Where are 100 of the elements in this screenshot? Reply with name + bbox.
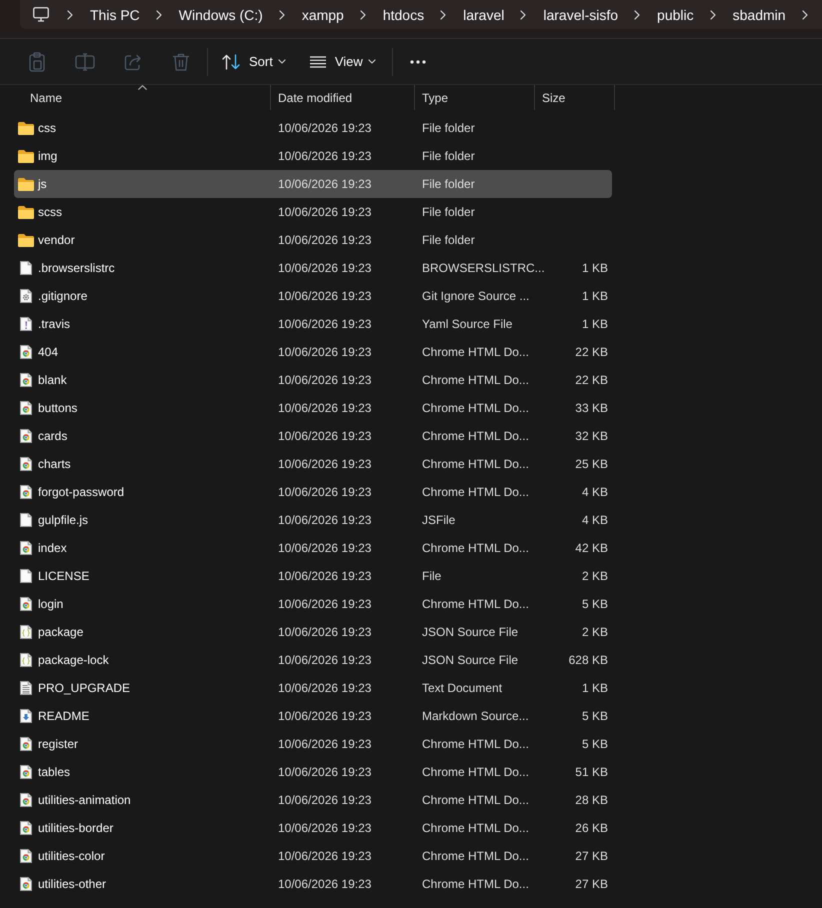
chevron-icon[interactable] xyxy=(520,10,526,20)
file-row[interactable]: buttons 10/06/2026 19:23 Chrome HTML Do... 33 KB xyxy=(14,394,612,422)
chevron-icon[interactable] xyxy=(440,10,446,20)
modified-date: 10/06/2026 19:23 xyxy=(278,737,372,751)
file-size: 1 KB xyxy=(582,289,608,303)
file-name: scss xyxy=(38,205,62,219)
file-row[interactable]: blank 10/06/2026 19:23 Chrome HTML Do... 22 KB xyxy=(14,366,612,394)
file-type: Chrome HTML Do... xyxy=(422,765,529,779)
chevron-icon[interactable] xyxy=(802,10,808,20)
file-row[interactable]: forgot-password 10/06/2026 19:23 Chrome HTML Do... 4 KB xyxy=(14,478,612,506)
file-row[interactable]: charts 10/06/2026 19:23 Chrome HTML Do... 25 KB xyxy=(14,450,612,478)
file-row[interactable]: LICENSE 10/06/2026 19:23 File 2 KB xyxy=(14,562,612,590)
file-size: 1 KB xyxy=(582,261,608,275)
file-row[interactable]: vendor 10/06/2026 19:23 File folder xyxy=(14,226,612,254)
file-name: utilities-other xyxy=(38,877,106,891)
file-row[interactable]: PRO_UPGRADE 10/06/2026 19:23 Text Document 1 KB xyxy=(14,674,612,702)
chevron-icon[interactable] xyxy=(634,10,640,20)
file-row[interactable]: cards 10/06/2026 19:23 Chrome HTML Do... 32 KB xyxy=(14,422,612,450)
file-type: Chrome HTML Do... xyxy=(422,401,529,415)
blank-file-icon xyxy=(20,569,32,583)
ring-file-icon xyxy=(20,849,32,863)
file-type: JSFile xyxy=(422,513,456,527)
breadcrumb-item[interactable]: This PC xyxy=(82,4,148,26)
sort-button[interactable]: Sort xyxy=(214,46,294,78)
file-size: 22 KB xyxy=(575,373,608,387)
modified-date: 10/06/2026 19:23 xyxy=(278,289,372,303)
file-row[interactable]: tables 10/06/2026 19:23 Chrome HTML Do... 51 KB xyxy=(14,758,612,786)
caret-icon[interactable] xyxy=(368,59,376,64)
file-type: Chrome HTML Do... xyxy=(422,821,529,835)
file-size: 22 KB xyxy=(575,345,608,359)
breadcrumb-item[interactable]: laravel-sisfo xyxy=(535,4,626,26)
breadcrumb-item[interactable]: htdocs xyxy=(374,4,432,26)
file-row[interactable]: utilities-other 10/06/2026 19:23 Chrome HTML Do... 27 KB xyxy=(14,870,612,898)
file-row[interactable]: utilities-color 10/06/2026 19:23 Chrome HTML Do... 27 KB xyxy=(14,842,612,870)
breadcrumb-item[interactable]: xampp xyxy=(294,4,352,26)
chevron-icon[interactable] xyxy=(67,10,73,20)
file-size: 2 KB xyxy=(582,569,608,583)
breadcrumb-item[interactable]: Windows (C:) xyxy=(170,4,271,26)
ring-file-icon xyxy=(20,737,32,751)
column-header[interactable]: Date modified xyxy=(271,85,415,110)
file-name: blank xyxy=(38,373,67,387)
file-name: .travis xyxy=(38,317,70,331)
more-icon[interactable] xyxy=(410,60,426,64)
file-size: 26 KB xyxy=(575,821,608,835)
file-row[interactable]: js 10/06/2026 19:23 File folder xyxy=(14,170,612,198)
file-row[interactable]: .gitignore 10/06/2026 19:23 Git Ignore Source ... 1 KB xyxy=(14,282,612,310)
lines-icon[interactable] xyxy=(310,56,326,68)
file-name: cards xyxy=(38,429,68,443)
file-name: .gitignore xyxy=(38,289,88,303)
file-row[interactable]: login 10/06/2026 19:23 Chrome HTML Do... 5 KB xyxy=(14,590,612,618)
file-type: File folder xyxy=(422,149,475,163)
file-row[interactable]: .browserslistrc 10/06/2026 19:23 BROWSERSLISTRC... 1 KB xyxy=(14,254,612,282)
file-name: utilities-color xyxy=(38,849,105,863)
file-size: 27 KB xyxy=(575,877,608,891)
chevron-icon[interactable] xyxy=(156,10,162,20)
folder-icon xyxy=(18,150,34,162)
file-size: 628 KB xyxy=(568,653,608,667)
breadcrumb-item[interactable]: laravel xyxy=(455,4,512,26)
column-header[interactable]: Size xyxy=(535,85,615,110)
file-type: File folder xyxy=(422,177,475,191)
ring-file-icon xyxy=(20,485,32,499)
file-row[interactable]: register 10/06/2026 19:23 Chrome HTML Do... 5 KB xyxy=(14,730,612,758)
chevron-icon[interactable] xyxy=(278,10,285,20)
file-size: 33 KB xyxy=(575,401,608,415)
modified-date: 10/06/2026 19:23 xyxy=(278,485,372,499)
file-size: 4 KB xyxy=(582,513,608,527)
breadcrumb-item[interactable]: public xyxy=(649,4,702,26)
file-row[interactable]: css 10/06/2026 19:23 File folder xyxy=(14,114,612,142)
modified-date: 10/06/2026 19:23 xyxy=(278,877,372,891)
sort-icon[interactable] xyxy=(222,54,240,70)
file-type: File folder xyxy=(422,205,475,219)
exclamation-file-icon xyxy=(20,317,32,331)
modified-date: 10/06/2026 19:23 xyxy=(278,821,372,835)
file-row[interactable]: index 10/06/2026 19:23 Chrome HTML Do... 42 KB xyxy=(14,534,612,562)
column-header[interactable]: Name xyxy=(14,85,271,110)
modified-date: 10/06/2026 19:23 xyxy=(278,513,372,527)
file-size: 5 KB xyxy=(582,709,608,723)
file-row[interactable]: utilities-border 10/06/2026 19:23 Chrome HTML Do... 26 KB xyxy=(14,814,612,842)
breadcrumb-item[interactable]: sbadmin xyxy=(724,4,794,26)
caret-icon[interactable] xyxy=(278,59,286,64)
chevron-icon[interactable] xyxy=(710,10,716,20)
file-row[interactable]: gulpfile.js 10/06/2026 19:23 JSFile 4 KB xyxy=(14,506,612,534)
file-type: File folder xyxy=(422,121,475,135)
file-type: Text Document xyxy=(422,681,502,695)
file-row[interactable]: README 10/06/2026 19:23 Markdown Source... 5 KB xyxy=(14,702,612,730)
column-header[interactable]: Type xyxy=(415,85,535,110)
file-row[interactable]: package-lock 10/06/2026 19:23 JSON Source File 628 KB xyxy=(14,646,612,674)
file-row[interactable]: .travis 10/06/2026 19:23 Yaml Source File 1 KB xyxy=(14,310,612,338)
view-button[interactable]: View xyxy=(302,46,384,78)
file-name: package xyxy=(38,625,84,639)
file-row[interactable]: package 10/06/2026 19:23 JSON Source File 2 KB xyxy=(14,618,612,646)
file-type: Chrome HTML Do... xyxy=(422,793,529,807)
file-row[interactable]: img 10/06/2026 19:23 File folder xyxy=(14,142,612,170)
file-row[interactable]: scss 10/06/2026 19:23 File folder xyxy=(14,198,612,226)
chevron-icon[interactable] xyxy=(360,10,366,20)
computer-icon[interactable] xyxy=(33,7,49,22)
modified-date: 10/06/2026 19:23 xyxy=(278,681,372,695)
file-row[interactable]: utilities-animation 10/06/2026 19:23 Chrome HTML Do... 28 KB xyxy=(14,786,612,814)
file-name: charts xyxy=(38,457,71,471)
file-row[interactable]: 404 10/06/2026 19:23 Chrome HTML Do... 22 KB xyxy=(14,338,612,366)
